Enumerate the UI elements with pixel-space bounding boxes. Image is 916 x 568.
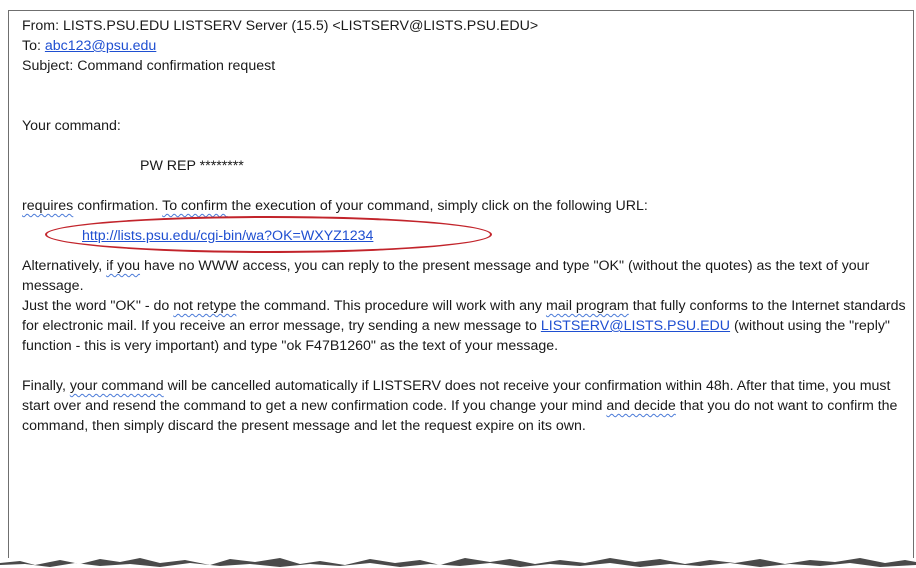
from-value: LISTS.PSU.EDU LISTSERV Server (15.5) <LI… <box>63 18 539 34</box>
confirm-url-link[interactable]: http://lists.psu.edu/cgi-bin/wa?OK=WXYZ1… <box>82 226 373 246</box>
alt-word-2: not retype <box>173 298 237 314</box>
to-email-link[interactable]: abc123@psu.edu <box>45 38 156 54</box>
confirm-text-3: the execution of your command, simply cl… <box>227 198 648 214</box>
intro-text: Your command: <box>22 118 121 134</box>
from-line: From: LISTS.PSU.EDU LISTSERV Server (15.… <box>22 16 908 36</box>
command-text: PW REP ******** <box>140 158 244 174</box>
alternative-paragraph: Alternatively, if you have no WWW access… <box>22 256 908 356</box>
alt-text-3: Just the word "OK" - do <box>22 298 174 314</box>
alt-text-4: the command. This procedure will work wi… <box>236 298 546 314</box>
fin-word-2: and decide <box>606 398 676 414</box>
confirm-word-1: requires <box>22 198 74 214</box>
fin-word-1: your command <box>69 378 164 394</box>
to-label: To: <box>22 38 41 54</box>
alt-text-1: Alternatively, <box>22 258 107 274</box>
confirm-paragraph: requires confirmation. To confirm the ex… <box>22 196 908 216</box>
email-content: From: LISTS.PSU.EDU LISTSERV Server (15.… <box>22 16 908 436</box>
alt-word-3: mail program <box>545 298 629 314</box>
confirm-text-2: confirmation. <box>73 198 163 214</box>
fin-text-1: Finally, <box>22 378 70 394</box>
subject-value: Command confirmation request <box>77 58 276 74</box>
subject-label: Subject: <box>22 58 74 74</box>
alt-text-2: have no WWW access, you can reply to the… <box>22 258 870 294</box>
subject-line: Subject: Command confirmation request <box>22 56 908 76</box>
listserv-email-link[interactable]: LISTSERV@LISTS.PSU.EDU <box>541 318 730 334</box>
torn-edge <box>0 558 916 568</box>
alt-word-1: if you <box>106 258 141 274</box>
confirm-word-2: To confirm <box>162 198 228 214</box>
finally-paragraph: Finally, your command will be cancelled … <box>22 376 908 436</box>
to-line: To: abc123@psu.edu <box>22 36 908 56</box>
confirm-url-row: http://lists.psu.edu/cgi-bin/wa?OK=WXYZ1… <box>22 216 908 256</box>
from-label: From: <box>22 18 60 34</box>
